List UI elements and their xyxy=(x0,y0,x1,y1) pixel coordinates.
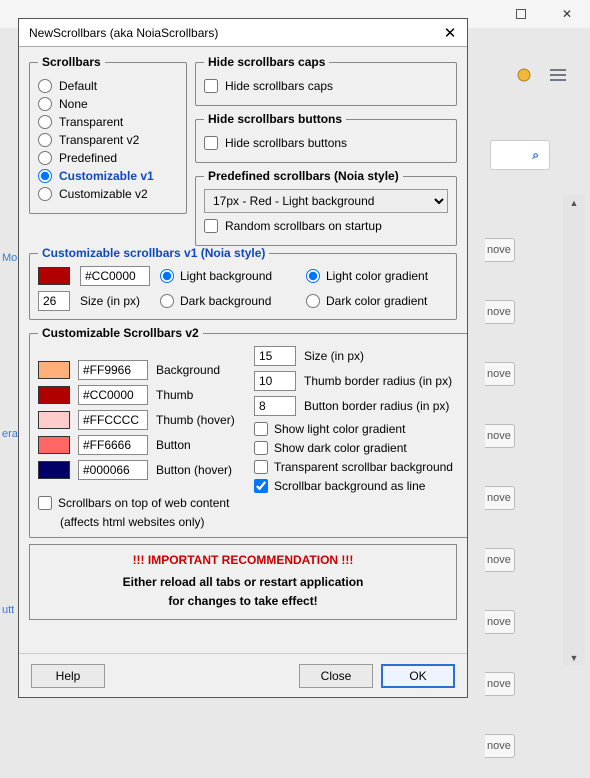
radio-predefined[interactable]: Predefined xyxy=(38,151,178,165)
v2-size-label: Size (in px) xyxy=(304,349,467,363)
hide-caps-legend: Hide scrollbars caps xyxy=(204,55,329,69)
hide-buttons-group: Hide scrollbars buttons Hide scrollbars … xyxy=(195,112,457,163)
v2-thumb-label: Thumb xyxy=(156,388,246,402)
v2-buttonhover-swatch[interactable] xyxy=(38,461,70,479)
v2-size-input[interactable] xyxy=(254,346,296,366)
background-button-column: nove nove nove nove nove nove nove nove … xyxy=(485,238,515,758)
v2-thumbhover-label: Thumb (hover) xyxy=(156,413,246,427)
v2-thumb-swatch[interactable] xyxy=(38,386,70,404)
settings-dialog: NewScrollbars (aka NoiaScrollbars) ✕ Scr… xyxy=(18,18,468,698)
hide-buttons-legend: Hide scrollbars buttons xyxy=(204,112,346,126)
radio-custom-v2[interactable]: Customizable v2 xyxy=(38,187,178,201)
scroll-up-icon[interactable]: ▲ xyxy=(563,195,585,210)
predefined-select[interactable]: 17px - Red - Light background xyxy=(204,189,448,213)
hide-caps-group: Hide scrollbars caps Hide scrollbars cap… xyxy=(195,55,457,106)
window-close-icon[interactable]: ✕ xyxy=(544,0,590,28)
v2-button-hex[interactable] xyxy=(78,435,148,455)
left-edge-text: Mo era utt xyxy=(0,250,18,778)
v2-thumb-hex[interactable] xyxy=(78,385,148,405)
radio-transparent-v2[interactable]: Transparent v2 xyxy=(38,133,178,147)
browser-toolbar xyxy=(490,55,590,95)
search-box-fragment[interactable]: ⌕ xyxy=(490,140,550,170)
v1-size-label: Size (in px) xyxy=(80,294,152,308)
dialog-titlebar: NewScrollbars (aka NoiaScrollbars) ✕ xyxy=(19,19,467,47)
hamburger-menu-icon[interactable] xyxy=(550,69,566,81)
v2-bg-swatch[interactable] xyxy=(38,361,70,379)
radio-custom-v1[interactable]: Customizable v1 xyxy=(38,169,178,183)
bg-button[interactable]: nove xyxy=(485,238,515,262)
scrollbars-group: Scrollbars Default None Transparent Tran… xyxy=(29,55,187,214)
v2-bg-hex[interactable] xyxy=(78,360,148,380)
radio-grad-dark[interactable]: Dark color gradient xyxy=(306,294,448,308)
dialog-title: NewScrollbars (aka NoiaScrollbars) xyxy=(29,26,439,40)
bg-button[interactable]: nove xyxy=(485,610,515,634)
radio-bg-dark[interactable]: Dark background xyxy=(160,294,298,308)
radio-default[interactable]: Default xyxy=(38,79,178,93)
v1-size-input[interactable] xyxy=(38,291,70,311)
custom-v1-legend: Customizable scrollbars v1 (Noia style) xyxy=(38,246,269,260)
v2-buttonhover-hex[interactable] xyxy=(78,460,148,480)
close-icon[interactable]: ✕ xyxy=(439,24,461,42)
custom-v1-group: Customizable scrollbars v1 (Noia style) … xyxy=(29,246,457,320)
chk-light-gradient[interactable]: Show light color gradient xyxy=(254,422,467,436)
v2-thumbradius-input[interactable] xyxy=(254,371,296,391)
v2-thumbhover-hex[interactable] xyxy=(78,410,148,430)
predefined-legend: Predefined scrollbars (Noia style) xyxy=(204,169,403,183)
predefined-group: Predefined scrollbars (Noia style) 17px … xyxy=(195,169,457,246)
bg-button[interactable]: nove xyxy=(485,486,515,510)
scroll-down-icon[interactable]: ▼ xyxy=(563,650,585,665)
v2-buttonradius-label: Button border radius (in px) xyxy=(304,399,467,413)
v2-buttonradius-input[interactable] xyxy=(254,396,296,416)
chk-ontop-sub: (affects html websites only) xyxy=(38,515,467,529)
dialog-footer: Help Close OK xyxy=(19,653,467,697)
help-button[interactable]: Help xyxy=(31,664,105,688)
bg-button[interactable]: nove xyxy=(485,734,515,758)
radio-bg-light[interactable]: Light background xyxy=(160,269,298,283)
v2-thumbradius-label: Thumb border radius (in px) xyxy=(304,374,467,388)
v1-color-swatch[interactable] xyxy=(38,267,70,285)
custom-scrollbar-preview[interactable]: ▲ ▼ xyxy=(563,195,585,665)
close-button[interactable]: Close xyxy=(299,664,373,688)
bg-button[interactable]: nove xyxy=(485,424,515,448)
chk-transparent-bg[interactable]: Transparent scrollbar background xyxy=(254,460,467,474)
bg-button[interactable]: nove xyxy=(485,548,515,572)
bg-button[interactable]: nove xyxy=(485,672,515,696)
bg-button[interactable]: nove xyxy=(485,300,515,324)
ok-button[interactable]: OK xyxy=(381,664,455,688)
radio-none[interactable]: None xyxy=(38,97,178,111)
recommendation-line1: Either reload all tabs or restart applic… xyxy=(38,573,448,592)
custom-v2-group: Customizable Scrollbars v2 Background Th… xyxy=(29,326,467,538)
recommendation-line2: for changes to take effect! xyxy=(38,592,448,611)
radio-grad-light[interactable]: Light color gradient xyxy=(306,269,448,283)
addon-icon xyxy=(516,67,532,83)
scrollbars-legend: Scrollbars xyxy=(38,55,105,69)
chk-hide-buttons[interactable]: Hide scrollbars buttons xyxy=(204,136,448,150)
chk-bg-as-line[interactable]: Scrollbar background as line xyxy=(254,479,467,493)
v2-button-swatch[interactable] xyxy=(38,436,70,454)
v2-buttonhover-label: Button (hover) xyxy=(156,463,246,477)
recommendation-header: !!! IMPORTANT RECOMMENDATION !!! xyxy=(38,553,448,567)
recommendation-box: !!! IMPORTANT RECOMMENDATION !!! Either … xyxy=(29,544,457,620)
chk-random-startup[interactable]: Random scrollbars on startup xyxy=(204,219,448,233)
v2-button-label: Button xyxy=(156,438,246,452)
bg-button[interactable]: nove xyxy=(485,362,515,386)
v2-bg-label: Background xyxy=(156,363,246,377)
v2-thumbhover-swatch[interactable] xyxy=(38,411,70,429)
chk-hide-caps[interactable]: Hide scrollbars caps xyxy=(204,79,448,93)
chk-ontop[interactable]: Scrollbars on top of web content xyxy=(38,496,467,510)
radio-transparent[interactable]: Transparent xyxy=(38,115,178,129)
custom-v2-legend: Customizable Scrollbars v2 xyxy=(38,326,203,340)
maximize-icon[interactable] xyxy=(498,0,544,28)
v1-color-hex[interactable] xyxy=(80,266,150,286)
chk-dark-gradient[interactable]: Show dark color gradient xyxy=(254,441,467,455)
